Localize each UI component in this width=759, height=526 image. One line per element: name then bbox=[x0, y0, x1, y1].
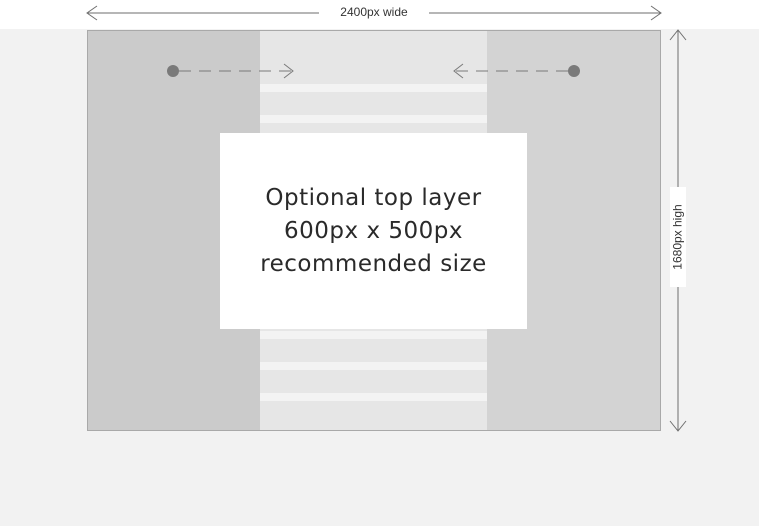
top-layer-size: 600px x 500px bbox=[284, 217, 463, 244]
height-dimension-label: 1680px high bbox=[671, 204, 686, 270]
width-dimension-label: 2400px wide bbox=[319, 4, 429, 20]
slide-in-left-arrow-icon bbox=[453, 63, 580, 79]
top-layer-note: recommended size bbox=[260, 250, 487, 277]
top-layer-title: Optional top layer bbox=[265, 184, 482, 211]
optional-top-layer: Optional top layer 600px x 500px recomme… bbox=[220, 133, 527, 329]
height-dimension-label-wrap: 1680px high bbox=[670, 187, 686, 287]
slide-in-right-arrow-icon bbox=[167, 63, 294, 79]
diagram-stage: 2400px wide 1680px high Optional top lay… bbox=[0, 0, 759, 526]
top-layer-caption: Optional top layer 600px x 500px recomme… bbox=[260, 182, 487, 281]
